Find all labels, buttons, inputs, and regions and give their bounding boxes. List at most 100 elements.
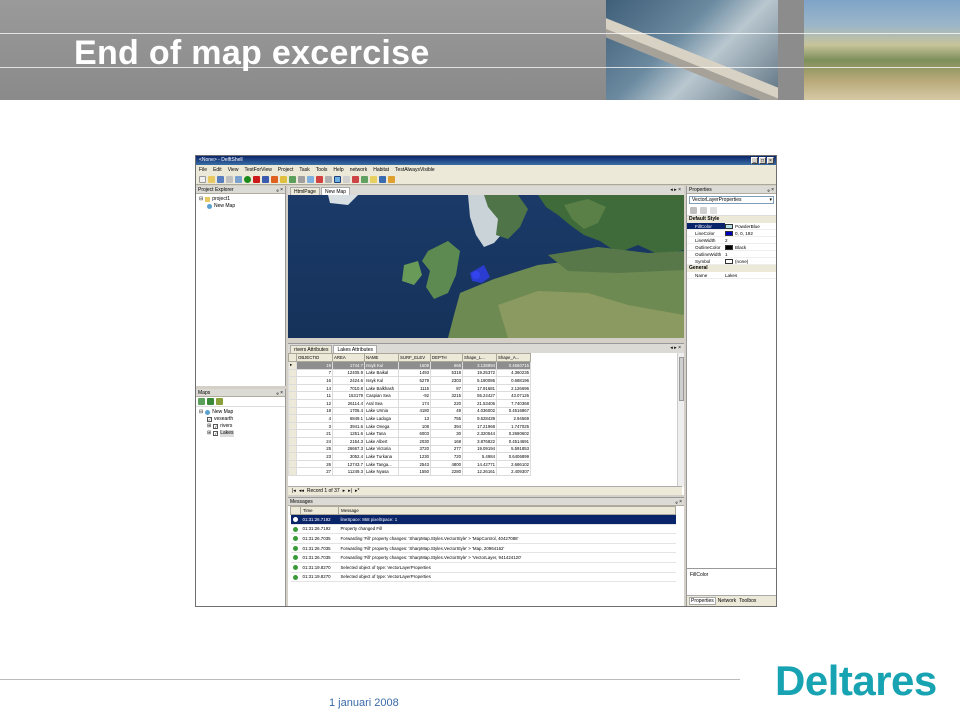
table-cell[interactable]: 277 <box>430 444 463 454</box>
property-pages-icon[interactable] <box>710 207 717 214</box>
table-cell[interactable]: 4 <box>296 414 333 423</box>
first-record-button[interactable]: |◂ <box>292 487 296 495</box>
layer-item[interactable]: ✓ vesearth <box>199 416 282 423</box>
table-row[interactable]: 25 26667.3 Lake Victoria 3720 277 19.09194 5.5… <box>288 444 531 454</box>
property-value[interactable]: Lakes <box>725 272 776 278</box>
alphabetical-icon[interactable] <box>700 207 707 214</box>
list-item[interactable]: 01:31:19.8270 Selected object of type: Ve… <box>290 572 676 583</box>
column-header[interactable]: Shape_A... <box>496 353 531 362</box>
new-record-button[interactable]: ▸* <box>355 487 359 495</box>
table-cell[interactable]: 1706.4 <box>332 406 365 416</box>
list-item[interactable]: 01:31:26.7192 Property changed Fill <box>290 524 676 535</box>
list-item[interactable]: 01:31:26.7035 Forwarding 'Fill' property … <box>290 543 676 554</box>
table-cell[interactable]: 2.320544 <box>462 429 497 438</box>
table-row[interactable]: 24 2154.3 Lake Albert 2030 168 3.876822 0.4514… <box>288 436 531 446</box>
table-cell[interactable]: 0.4516867 <box>496 406 531 416</box>
tab-htmlpage[interactable]: HtmlPage <box>290 187 320 195</box>
property-row[interactable]: LineColor 0, 0, 192 <box>687 230 776 237</box>
table-cell[interactable]: 2.126696 <box>496 383 531 393</box>
pin-icon[interactable]: ᵩ × <box>276 186 283 194</box>
property-row[interactable]: OutlineColor Black <box>687 244 776 251</box>
menu-item[interactable]: Tools <box>316 167 328 173</box>
property-value[interactable]: PowderBlue <box>725 223 776 229</box>
table-row[interactable]: 3 3941.6 Lake Onega 108 394 17.21968 1.747025 <box>288 421 531 431</box>
table-cell[interactable]: 174 <box>398 398 431 408</box>
table-cell[interactable]: 87 <box>430 383 463 393</box>
table-cell[interactable]: 7.740368 <box>496 398 531 408</box>
table-cell[interactable]: 4180 <box>398 406 431 416</box>
table-cell[interactable]: 4.036002 <box>462 406 497 416</box>
flag-icon[interactable] <box>271 175 278 183</box>
table-row[interactable]: 11 153179 Caspian Sea -92 3215 55.24427 43.071… <box>288 391 531 400</box>
row-indicator[interactable] <box>288 406 297 416</box>
table-cell[interactable]: 3 <box>296 421 333 431</box>
table-cell[interactable]: Lake Urmia <box>364 406 399 416</box>
table-cell[interactable]: 755 <box>430 414 463 423</box>
attribute-scrollbar[interactable] <box>677 353 684 487</box>
table-cell[interactable]: Lake Albert <box>364 436 399 446</box>
table-cell[interactable]: 1.747025 <box>496 421 531 431</box>
table-cell[interactable]: 13 <box>398 414 431 423</box>
tab-properties[interactable]: Properties <box>689 597 716 605</box>
green-circle-icon[interactable] <box>244 175 251 183</box>
property-value[interactable]: 1 <box>725 251 776 257</box>
table-cell[interactable]: 3215 <box>430 391 463 400</box>
map-view[interactable] <box>288 195 684 338</box>
list-item[interactable]: 01:31:26.7035 Forwarding 'Fill' property … <box>290 533 676 544</box>
tree-item-project[interactable]: ⊟ project1 <box>199 196 282 203</box>
table-cell[interactable]: 3941.6 <box>332 421 365 431</box>
table-cell[interactable]: 26114.4 <box>332 398 365 408</box>
table-cell[interactable]: 3720 <box>398 444 431 454</box>
table-cell[interactable]: 1251.6 <box>332 429 365 438</box>
table-cell[interactable]: 19.25372 <box>462 368 497 378</box>
table-cell[interactable]: Lake Onega <box>364 421 399 431</box>
table-cell[interactable]: 6003 <box>398 429 431 438</box>
add-group-icon[interactable] <box>207 398 214 405</box>
pan-icon[interactable] <box>316 175 323 183</box>
row-indicator[interactable] <box>288 444 297 454</box>
menu-item[interactable]: File <box>199 167 207 173</box>
table-cell[interactable]: Lake Balkhash <box>364 383 399 393</box>
property-category[interactable]: Default Style <box>687 216 776 223</box>
table-cell[interactable]: 2543 <box>398 459 431 469</box>
table-cell[interactable]: 17.91681 <box>462 383 497 393</box>
object-selector[interactable]: VectorLayerProperties <box>689 196 774 204</box>
table-cell[interactable]: Lake Nyasa <box>364 467 399 476</box>
layer-item[interactable]: ⊞ ✓ rivers <box>199 423 282 430</box>
pin-icon[interactable]: ᵩ × <box>276 389 283 397</box>
row-indicator[interactable] <box>288 421 297 431</box>
table-cell[interactable]: 11249.3 <box>332 467 365 476</box>
table-cell[interactable]: 26 <box>296 459 333 469</box>
table-row[interactable]: 14 7010.8 Lake Balkhash 1115 87 17.91681 2.126… <box>288 383 531 393</box>
table-cell[interactable]: 2.686102 <box>496 459 531 469</box>
layer-checkbox[interactable]: ✓ <box>207 417 212 422</box>
table-cell[interactable]: 14 <box>296 383 333 393</box>
column-header[interactable]: Shape_L... <box>462 353 497 362</box>
list-item[interactable]: 01:31:26.7035 Forwarding 'Fill' property … <box>290 552 676 563</box>
menu-item[interactable]: Project <box>278 167 294 173</box>
property-value[interactable]: Black <box>725 244 776 250</box>
table-cell[interactable]: 19 <box>296 361 333 370</box>
table-cell[interactable]: 2154.3 <box>332 436 365 446</box>
table-cell[interactable]: 43.07126 <box>496 391 531 400</box>
table-cell[interactable]: 49 <box>430 406 463 416</box>
delete-icon[interactable] <box>352 175 359 183</box>
maximize-button[interactable]: □ <box>759 157 766 164</box>
select-icon[interactable] <box>325 175 332 183</box>
pin-icon[interactable]: ᵩ × <box>767 186 774 194</box>
table-cell[interactable]: 27 <box>296 467 333 476</box>
close-button[interactable]: × <box>767 157 774 164</box>
table-cell[interactable]: 18 <box>296 406 333 416</box>
table-cell[interactable]: 1550 <box>398 467 431 476</box>
table-cell[interactable]: Lake Baikal <box>364 368 399 378</box>
row-indicator[interactable] <box>288 398 297 408</box>
table-row[interactable]: 18 1706.4 Lake Urmia 4180 49 4.036002 0.451686… <box>288 406 531 416</box>
minimize-button[interactable]: _ <box>751 157 758 164</box>
table-cell[interactable]: Issyk Kul <box>364 376 399 385</box>
table-cell[interactable]: 12 <box>296 398 333 408</box>
table-cell[interactable]: 668 <box>430 361 463 370</box>
print-icon[interactable] <box>226 175 233 183</box>
table-cell[interactable]: 0.688196 <box>496 376 531 385</box>
table-cell[interactable]: 2424.6 <box>332 376 365 385</box>
property-category[interactable]: General <box>687 265 776 272</box>
